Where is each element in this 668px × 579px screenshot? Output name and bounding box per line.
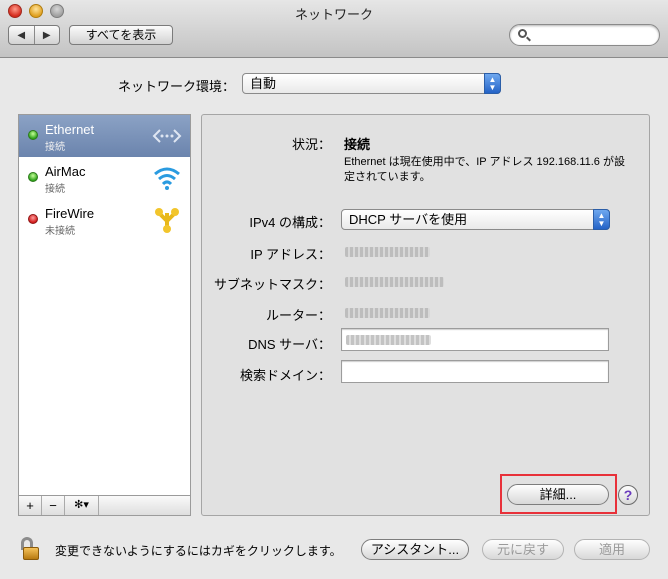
dns-server-label: DNS サーバ： [248,337,331,352]
location-popup[interactable]: 自動 ▲ ▼ [242,73,501,94]
revert-button[interactable]: 元に戻す [482,539,564,560]
service-name: FireWire [45,206,95,221]
firewire-icon [155,208,179,233]
disconnected-indicator-icon [28,214,38,224]
service-name: AirMac [45,164,86,179]
assistant-button[interactable]: アシスタント... [361,539,469,560]
window-title: ネットワーク [294,7,373,22]
show-all-button[interactable]: すべてを表示 [69,25,173,45]
service-status: 未接続 [45,226,75,237]
lock-icon[interactable] [19,537,41,561]
subnet-mask-value-redacted [345,277,444,287]
ipv4-config-value: DHCP サーバを使用 [349,212,468,227]
ip-address-value-redacted [345,247,430,257]
dns-server-field[interactable] [341,328,609,351]
ipv4-config-label: IPv4 の構成： [249,215,331,230]
connected-indicator-icon [28,172,38,182]
advanced-button[interactable]: 詳細... [507,484,609,505]
status-value: 接続 [344,137,371,152]
status-label: 状況： [291,137,331,152]
ipv4-config-popup[interactable]: DHCP サーバを使用 ▲ ▼ [341,209,610,230]
status-description-line1: Ethernet は現在使用中で、IP アドレス 192.168.11.6 が設 [344,156,625,168]
title-bar: ネットワーク ◀ ▶ すべてを表示 [0,0,668,58]
lock-hint-text: 変更できないようにするにはカギをクリックします。 [55,544,342,558]
location-label: ネットワーク環境： [118,79,236,94]
search-field[interactable] [509,24,660,46]
service-status: 接続 [45,142,65,153]
dns-server-value-redacted [346,335,431,345]
router-label: ルーター： [265,308,331,323]
forward-button[interactable]: ▶ [33,26,60,44]
wifi-icon [154,167,180,190]
service-list-toolbar: + − ✻▾ [19,495,190,515]
service-name: Ethernet [45,122,95,137]
help-button[interactable]: ? [618,485,638,505]
apply-button[interactable]: 適用 [574,539,650,560]
nav-back-forward: ◀ ▶ [8,25,60,45]
subnet-mask-label: サブネットマスク： [213,277,331,292]
service-list[interactable]: Ethernet 接続 AirMac 接続 FireWire 未接続 + − ✻… [18,114,191,516]
location-value: 自動 [250,76,277,91]
add-service-button[interactable]: + [19,496,42,515]
service-item-airmac[interactable]: AirMac 接続 [19,157,190,199]
remove-service-button[interactable]: − [42,496,65,515]
connected-indicator-icon [28,130,38,140]
service-item-ethernet[interactable]: Ethernet 接続 [19,115,190,157]
gear-menu-button[interactable]: ✻▾ [65,496,99,515]
router-value-redacted [345,308,430,318]
service-item-firewire[interactable]: FireWire 未接続 [19,199,190,241]
back-button[interactable]: ◀ [9,26,34,44]
popup-arrows-icon: ▲ ▼ [484,73,501,94]
status-description-line2: 定されています。 [344,171,431,183]
search-domain-field[interactable] [341,360,609,383]
search-icon [518,29,527,38]
search-domain-label: 検索ドメイン： [239,368,331,383]
service-status: 接続 [45,184,65,195]
ethernet-icon [152,129,182,143]
ip-address-label: IP アドレス： [250,247,331,262]
popup-arrows-icon: ▲ ▼ [593,209,610,230]
